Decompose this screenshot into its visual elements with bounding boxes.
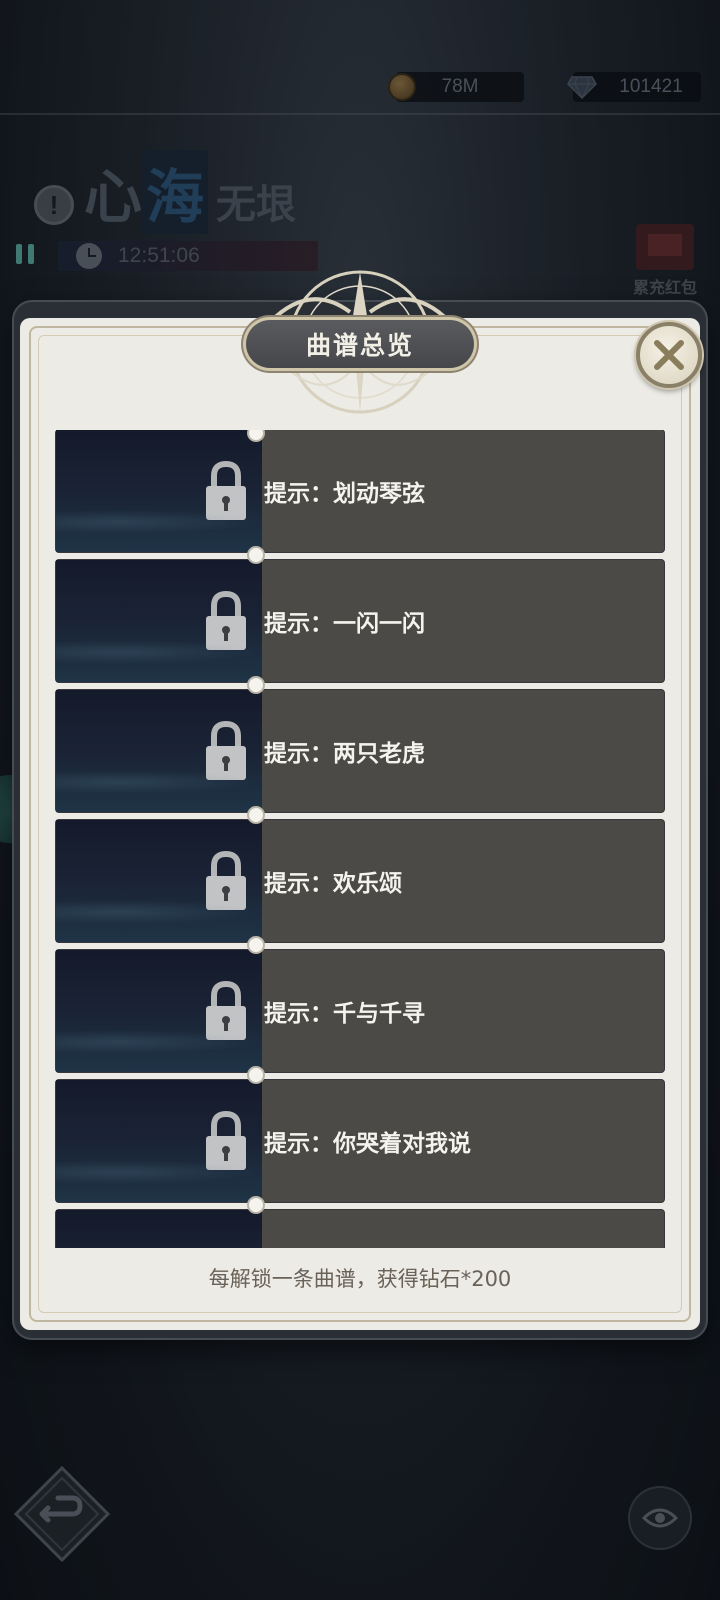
item-thumbnail	[56, 950, 262, 1072]
list-item[interactable]: 提示：划动琴弦	[56, 430, 664, 552]
close-button[interactable]	[636, 322, 702, 388]
list-item[interactable]: 提示：千与千寻	[56, 950, 664, 1072]
item-thumbnail	[56, 1080, 262, 1202]
divider-dot	[247, 1196, 265, 1214]
item-thumbnail	[56, 820, 262, 942]
item-hint: 提示：一闪一闪	[264, 610, 425, 637]
close-icon	[654, 340, 684, 370]
lock-icon	[206, 720, 246, 780]
modal-title: 曲谱总览	[246, 320, 474, 368]
item-hint: 提示：划动琴弦	[264, 480, 425, 507]
list-item[interactable]: 提示：两只老虎	[56, 690, 664, 812]
list-item[interactable]: 提示：一闪一闪	[56, 560, 664, 682]
lock-icon	[206, 850, 246, 910]
item-thumbnail	[56, 560, 262, 682]
divider-dot	[247, 936, 265, 954]
lock-icon	[206, 980, 246, 1040]
reward-note: 每解锁一条曲谱，获得钻石*200	[208, 1267, 512, 1291]
list-item[interactable]: 提示：欢乐颂	[56, 820, 664, 942]
score-list[interactable]: 提示：划动琴弦 提示：一闪一闪 提示：两只老虎 提示：欢乐颂 提示：千与千寻 提…	[50, 430, 670, 1248]
item-hint: 提示：千与千寻	[264, 1000, 425, 1027]
lock-icon	[206, 1110, 246, 1170]
item-thumbnail	[56, 690, 262, 812]
item-hint: 提示：你哭着对我说	[264, 1130, 471, 1157]
list-item[interactable]	[56, 1210, 664, 1248]
divider-dot	[247, 806, 265, 824]
item-hint: 提示：两只老虎	[264, 740, 425, 767]
divider-dot	[247, 1066, 265, 1084]
divider-dot	[247, 546, 265, 564]
item-thumbnail	[56, 1210, 262, 1248]
lock-icon	[206, 590, 246, 650]
item-hint: 提示：欢乐颂	[264, 870, 402, 897]
list-item[interactable]: 提示：你哭着对我说	[56, 1080, 664, 1202]
item-thumbnail	[56, 430, 262, 552]
divider-dot	[247, 676, 265, 694]
lock-icon	[206, 460, 246, 520]
